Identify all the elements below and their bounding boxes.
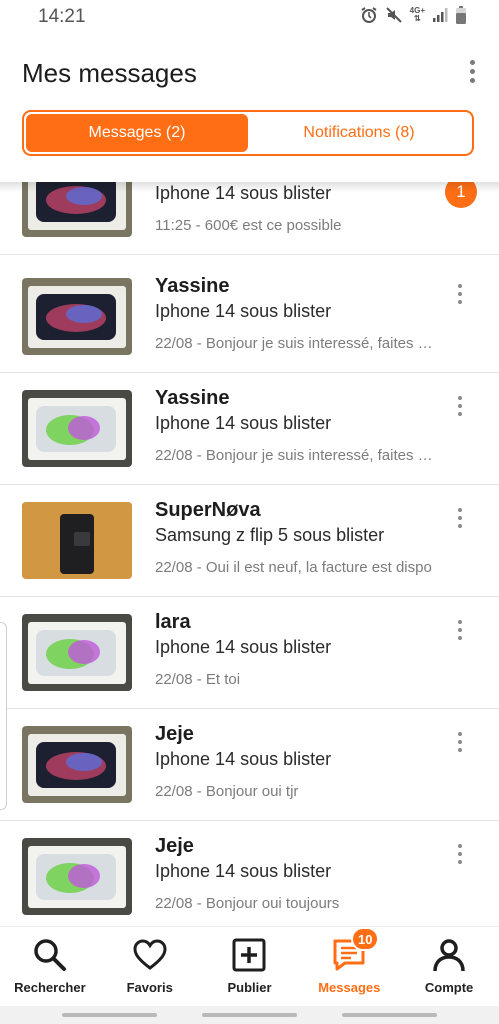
conversation-row[interactable]: Jeje Iphone 14 sous blister 22/08 - Bonj… [0, 820, 499, 926]
heart-icon [132, 937, 168, 973]
listing-title: Samsung z flip 5 sous blister [155, 525, 385, 545]
item-thumbnail [22, 614, 132, 691]
user-icon [431, 937, 467, 973]
nav-label: Publier [227, 980, 272, 995]
segment-tabs: Messages (2) Notifications (8) [22, 110, 474, 156]
listing-title: Iphone 14 sous blister [155, 413, 332, 433]
item-thumbnail [22, 278, 132, 355]
nav-label: Favoris [126, 980, 173, 995]
message-preview: 22/08 - Et toi [155, 671, 241, 688]
listing-title: Iphone 14 sous blister [155, 637, 332, 657]
status-time: 14:21 [38, 6, 86, 27]
sender-name: Yassine [155, 387, 230, 409]
edge-panel-handle[interactable] [0, 622, 7, 810]
message-preview: 22/08 - Bonjour oui tjr [155, 783, 299, 800]
conversation-row[interactable]: Iphone 14 sous blister 11:25 - 600€ est … [0, 182, 499, 255]
network-icon: 4G+ ⇅ [409, 6, 425, 23]
nav-rechercher[interactable]: Rechercher [0, 927, 100, 1007]
app-bar: Mes messages [0, 34, 499, 110]
nav-favoris[interactable]: Favoris [100, 927, 200, 1007]
row-menu-icon[interactable] [456, 844, 464, 868]
network-label: 4G+ [409, 6, 425, 15]
nav-label: Messages [318, 980, 381, 995]
conversation-row[interactable]: Jeje Iphone 14 sous blister 22/08 - Bonj… [0, 708, 499, 821]
listing-title: Iphone 14 sous blister [155, 301, 332, 321]
system-gesture-bar [0, 1006, 499, 1024]
nav-publier[interactable]: Publier [200, 927, 300, 1007]
message-preview: 22/08 - Bonjour je suis interessé, faite… [155, 447, 435, 464]
message-preview: 22/08 - Oui il est neuf, la facture est … [155, 559, 432, 576]
list-top-shadow [0, 182, 499, 192]
nav-messages[interactable]: 10 Messages [299, 927, 399, 1007]
conversation-row[interactable]: Yassine Iphone 14 sous blister 22/08 - B… [0, 260, 499, 373]
item-thumbnail [22, 390, 132, 467]
battery-icon [455, 6, 467, 24]
message-preview: 22/08 - Bonjour oui toujours [155, 895, 340, 912]
listing-title: Iphone 14 sous blister [155, 861, 332, 881]
page-title: Mes messages [22, 58, 197, 88]
plus-square-icon [231, 937, 267, 973]
sender-name: SuperNøva [155, 499, 261, 521]
gesture-handle[interactable] [202, 1013, 297, 1017]
item-thumbnail [22, 502, 132, 579]
conversation-row[interactable]: lara Iphone 14 sous blister 22/08 - Et t… [0, 596, 499, 709]
sender-name: lara [155, 611, 191, 633]
conversation-row[interactable]: SuperNøva Samsung z flip 5 sous blister … [0, 484, 499, 597]
item-thumbnail [22, 838, 132, 915]
listing-title: Iphone 14 sous blister [155, 749, 332, 769]
row-menu-icon[interactable] [456, 620, 464, 644]
sender-name: Yassine [155, 275, 230, 297]
nav-compte[interactable]: Compte [399, 927, 499, 1007]
bottom-navigation: Rechercher Favoris Publier 10 Messages C… [0, 926, 499, 1007]
signal-icon [432, 7, 448, 23]
messages-count-badge: 10 [351, 927, 380, 951]
nav-label: Rechercher [14, 980, 86, 995]
message-preview: 22/08 - Bonjour je suis interessé, faite… [155, 335, 435, 352]
gesture-handle[interactable] [62, 1013, 157, 1017]
status-bar: 14:21 4G+ ⇅ [0, 0, 499, 34]
sender-name: Jeje [155, 723, 194, 745]
mute-icon [385, 6, 403, 24]
row-menu-icon[interactable] [456, 732, 464, 756]
gesture-handle[interactable] [342, 1013, 437, 1017]
search-icon [32, 937, 68, 973]
conversation-row[interactable]: Yassine Iphone 14 sous blister 22/08 - B… [0, 372, 499, 485]
overflow-menu-icon[interactable] [467, 60, 477, 86]
conversation-list[interactable]: Iphone 14 sous blister 11:25 - 600€ est … [0, 182, 499, 926]
row-menu-icon[interactable] [456, 284, 464, 308]
message-preview: 11:25 - 600€ est ce possible [155, 217, 342, 234]
alarm-icon [360, 6, 378, 24]
item-thumbnail [22, 726, 132, 803]
tab-notifications[interactable]: Notifications (8) [248, 114, 470, 152]
row-menu-icon[interactable] [456, 508, 464, 532]
nav-label: Compte [424, 980, 474, 995]
sender-name: Jeje [155, 835, 194, 857]
tab-messages[interactable]: Messages (2) [26, 114, 248, 152]
row-menu-icon[interactable] [456, 396, 464, 420]
